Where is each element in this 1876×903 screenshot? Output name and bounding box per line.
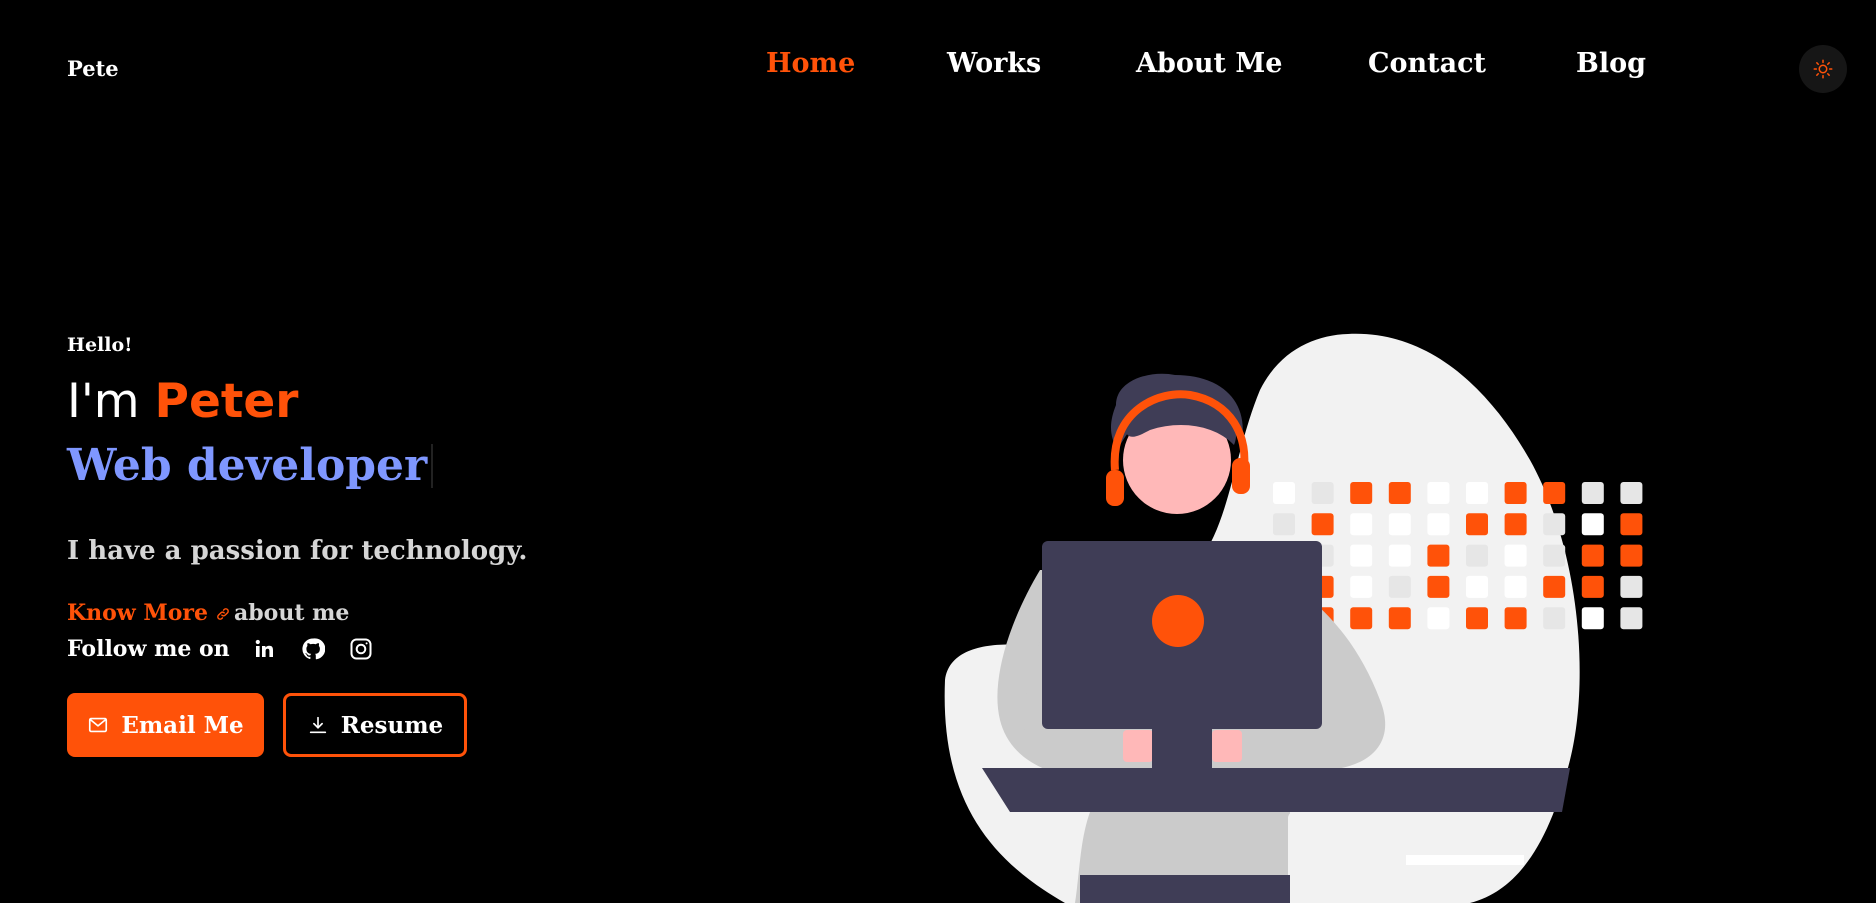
left-hand [1123, 730, 1153, 762]
decorative-square [1581, 482, 1604, 504]
site-logo[interactable]: Pete [67, 56, 119, 81]
decorative-square [1581, 544, 1604, 567]
decorative-square [1504, 513, 1527, 536]
follow-row: Follow me on [67, 636, 396, 662]
decorative-square [1427, 513, 1450, 536]
decorative-square [1581, 513, 1604, 536]
desk-leg [1288, 812, 1406, 903]
hero-section: Hello! I'm Peter Web developer I have a … [67, 334, 527, 757]
decorative-square [1543, 575, 1566, 598]
decorative-square [1620, 607, 1643, 630]
resume-label: Resume [340, 711, 444, 739]
decorative-square [1504, 607, 1527, 630]
download-icon [309, 716, 326, 734]
developer-illustration [944, 333, 1643, 903]
decorative-square [1388, 607, 1411, 630]
decorative-square [1466, 544, 1488, 567]
decorative-square [1388, 544, 1411, 567]
tagline: I have a passion for technology. [67, 536, 528, 566]
decorative-square [1581, 575, 1604, 598]
intro-name: Peter [154, 374, 299, 429]
desk [982, 768, 1570, 812]
decorative-square [1427, 482, 1450, 504]
nav-contact[interactable]: Contact [1368, 48, 1486, 79]
typing-caret [431, 444, 434, 488]
greeting: Hello! [67, 334, 133, 356]
decorative-square [1543, 513, 1566, 536]
laptop-stand [1152, 729, 1212, 769]
decorative-square [1273, 482, 1295, 504]
instagram-link[interactable] [348, 636, 374, 662]
decorative-square [1427, 575, 1450, 598]
decorative-square [1273, 513, 1295, 536]
resume-button[interactable]: Resume [283, 693, 467, 757]
linkedin-icon [255, 639, 273, 657]
floor-shadow [1080, 875, 1290, 903]
decorative-square [1543, 544, 1566, 567]
link-icon [217, 608, 229, 620]
follow-label: Follow me on [67, 636, 230, 662]
decorative-square [1350, 513, 1373, 536]
github-link[interactable] [300, 636, 326, 662]
decorative-square [1466, 607, 1488, 630]
nav-about-me[interactable]: About Me [1136, 48, 1282, 79]
decorative-square [1504, 575, 1527, 598]
know-more-row: Know More about me [67, 600, 349, 626]
instagram-icon [350, 638, 372, 660]
decorative-square [1543, 607, 1566, 630]
intro-heading: I'm Peter [67, 374, 298, 429]
role-heading: Web developer [67, 440, 434, 491]
email-me-button[interactable]: Email Me [67, 693, 264, 757]
decorative-square [1388, 513, 1411, 536]
decorative-square [1350, 544, 1373, 567]
decorative-square [1350, 482, 1373, 504]
mail-icon [89, 717, 108, 733]
nav-home[interactable]: Home [766, 48, 855, 79]
decorative-square [1504, 544, 1527, 567]
decorative-square [1311, 513, 1334, 536]
decorative-square [1388, 575, 1411, 598]
decorative-square [1466, 482, 1488, 504]
decorative-square [1620, 513, 1643, 536]
know-more-link[interactable]: Know More [67, 600, 208, 626]
decorative-square [1427, 544, 1450, 567]
decorative-square [1466, 575, 1488, 598]
headphone-left [1106, 470, 1124, 506]
desk-drawer-line [1406, 855, 1524, 865]
intro-prefix: I'm [67, 374, 140, 429]
decorative-square [1350, 575, 1373, 598]
about-me-text: about me [234, 600, 350, 626]
decorative-square [1350, 607, 1373, 630]
decorative-square [1620, 544, 1643, 567]
decorative-square [1311, 482, 1334, 504]
role-text: Web developer [67, 440, 428, 491]
right-hand [1212, 730, 1242, 762]
decorative-square [1427, 607, 1450, 630]
decorative-square [1620, 575, 1643, 598]
linkedin-link[interactable] [252, 636, 278, 662]
decorative-square [1388, 482, 1411, 504]
decorative-square [1543, 482, 1566, 504]
decorative-square [1581, 607, 1604, 630]
decorative-square [1504, 482, 1527, 504]
headphone-right [1232, 458, 1250, 494]
theme-toggle-button[interactable] [1799, 45, 1847, 93]
decorative-square [1466, 513, 1488, 536]
laptop-logo [1152, 595, 1204, 647]
sun-icon [1813, 59, 1833, 79]
nav-works[interactable]: Works [947, 48, 1041, 79]
email-me-label: Email Me [121, 711, 244, 739]
github-icon [302, 638, 325, 660]
decorative-square [1620, 482, 1643, 504]
nav-blog[interactable]: Blog [1576, 48, 1646, 79]
